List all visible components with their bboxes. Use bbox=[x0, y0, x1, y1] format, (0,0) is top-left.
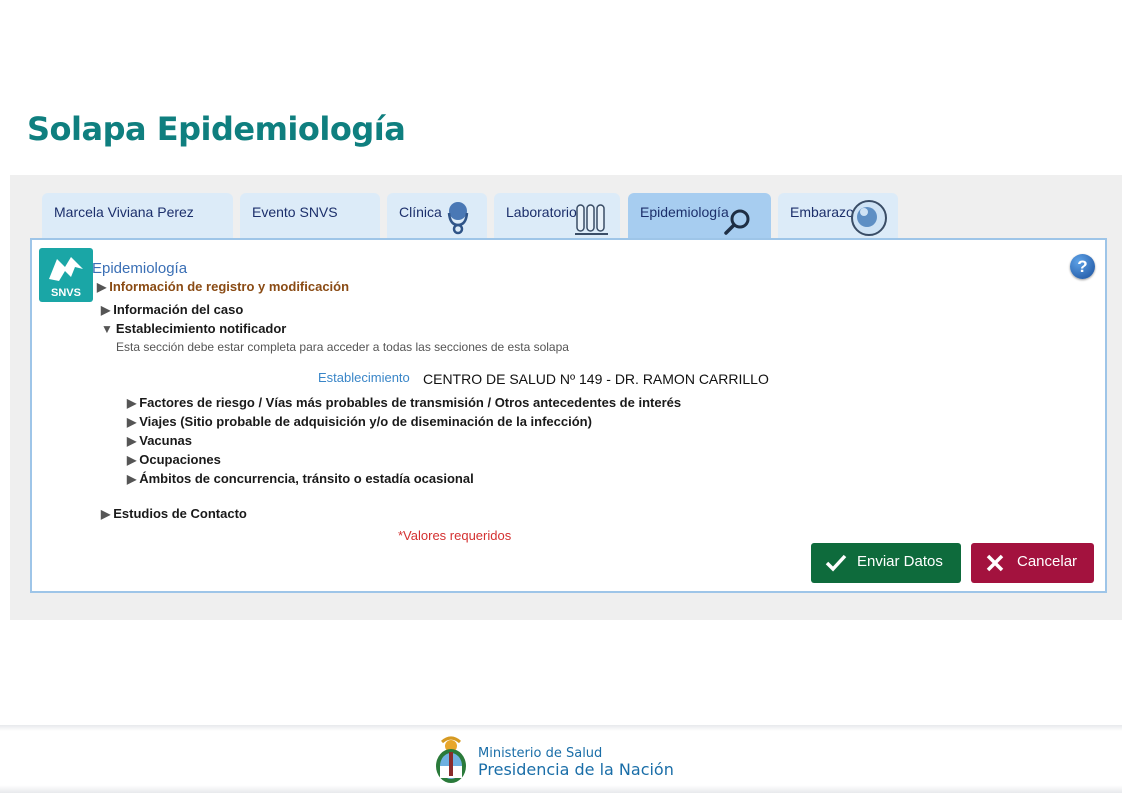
footer-ministry: Ministerio de Salud bbox=[478, 746, 603, 761]
tree-item-label: Información de registro y modificación bbox=[109, 279, 350, 294]
section-note: Esta sección debe estar completa para ac… bbox=[116, 340, 569, 354]
expand-arrow-icon: ▶ bbox=[127, 415, 137, 429]
tab-laboratorio[interactable]: Laboratorio bbox=[494, 193, 620, 238]
expand-arrow-icon: ▶ bbox=[101, 507, 111, 521]
establecimiento-toggle[interactable]: ▼ Establecimiento notificador bbox=[101, 321, 286, 336]
vacunas-toggle[interactable]: ▶ Vacunas bbox=[127, 433, 192, 448]
tree-item-label: Estudios de Contacto bbox=[113, 506, 247, 521]
close-icon bbox=[986, 554, 1004, 572]
ocupaciones-toggle[interactable]: ▶ Ocupaciones bbox=[127, 452, 221, 467]
snvs-logo-icon bbox=[49, 257, 83, 281]
footer-presidency: Presidencia de la Nación bbox=[478, 760, 674, 779]
required-note: *Valores requeridos bbox=[398, 528, 512, 543]
snvs-logo: SNVS bbox=[39, 248, 93, 302]
tree-item-label: Ámbitos de concurrencia, tránsito o esta… bbox=[139, 471, 474, 486]
cancel-button[interactable]: Cancelar bbox=[971, 543, 1094, 583]
send-button[interactable]: Enviar Datos bbox=[811, 543, 961, 583]
expand-arrow-icon: ▶ bbox=[101, 303, 111, 317]
tree-item-label: Ocupaciones bbox=[139, 452, 221, 467]
tab-label: Embarazo bbox=[790, 204, 854, 220]
send-button-label: Enviar Datos bbox=[857, 553, 943, 570]
collapse-arrow-icon: ▼ bbox=[101, 322, 113, 336]
check-icon bbox=[825, 554, 847, 572]
tab-label: Marcela Viviana Perez bbox=[54, 204, 194, 220]
section-title: Epidemiología bbox=[92, 260, 188, 277]
viajes-toggle[interactable]: ▶ Viajes (Sitio probable de adquisición y… bbox=[127, 414, 592, 429]
expand-arrow-icon: ▶ bbox=[97, 280, 107, 294]
ambitos-toggle[interactable]: ▶ Ámbitos de concurrencia, tránsito o est… bbox=[127, 471, 474, 486]
cancel-button-label: Cancelar bbox=[1017, 553, 1078, 570]
tree-item-label: Información del caso bbox=[113, 302, 244, 317]
tab-epidemiologia[interactable]: Epidemiología bbox=[628, 193, 771, 238]
establecimiento-label: Establecimiento bbox=[318, 370, 410, 385]
epidemiologia-form: SNVS Epidemiología ? ▶ Información de reg… bbox=[30, 238, 1107, 593]
info-caso-toggle[interactable]: ▶ Información del caso bbox=[101, 302, 243, 317]
stethoscope-icon bbox=[447, 202, 469, 235]
tree-item-label: Establecimiento notificador bbox=[115, 321, 287, 336]
tab-clinica[interactable]: Clínica bbox=[387, 193, 487, 238]
expand-arrow-icon: ▶ bbox=[127, 434, 137, 448]
footer: Ministerio de Salud Presidencia de la Na… bbox=[0, 725, 1122, 793]
tree-item-label: Factores de riesgo / Vías más probables … bbox=[139, 395, 682, 410]
app-panel: Marcela Viviana Perez Evento SNVS Clínic… bbox=[10, 175, 1122, 620]
expand-arrow-icon: ▶ bbox=[127, 472, 137, 486]
slide-title: Solapa Epidemiología bbox=[27, 110, 406, 148]
help-icon[interactable]: ? bbox=[1070, 254, 1095, 279]
tree-item-label: Viajes (Sitio probable de adquisición y/… bbox=[139, 414, 592, 429]
registro-toggle[interactable]: ▶ Información de registro y modificación bbox=[97, 279, 349, 294]
tab-embarazo[interactable]: Embarazo bbox=[778, 193, 898, 238]
tab-evento-snvs[interactable]: Evento SNVS bbox=[240, 193, 380, 238]
expand-arrow-icon: ▶ bbox=[127, 453, 137, 467]
tree-item-label: Vacunas bbox=[139, 433, 192, 448]
tab-label: Evento SNVS bbox=[252, 204, 338, 220]
expand-arrow-icon: ▶ bbox=[127, 396, 137, 410]
tab-label: Laboratorio bbox=[506, 204, 577, 220]
factores-riesgo-toggle[interactable]: ▶ Factores de riesgo / Vías más probables… bbox=[127, 395, 681, 410]
tab-patient[interactable]: Marcela Viviana Perez bbox=[42, 193, 233, 238]
tab-label: Clínica bbox=[399, 204, 442, 220]
snvs-logo-text: SNVS bbox=[51, 287, 81, 299]
pregnancy-icon bbox=[851, 200, 887, 236]
coat-of-arms-icon bbox=[436, 736, 466, 783]
establecimiento-value: CENTRO DE SALUD Nº 149 - DR. RAMON CARRI… bbox=[423, 371, 769, 387]
tab-label: Epidemiología bbox=[640, 204, 729, 220]
magnifier-icon bbox=[724, 209, 750, 235]
estudios-contacto-toggle[interactable]: ▶ Estudios de Contacto bbox=[101, 506, 247, 521]
test-tubes-icon bbox=[575, 204, 608, 235]
